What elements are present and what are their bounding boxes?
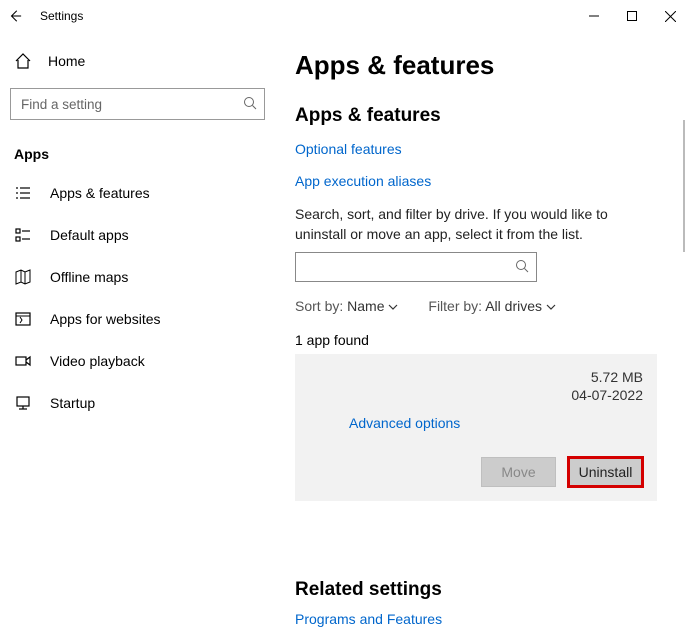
nav-apps-websites[interactable]: Apps for websites	[8, 298, 267, 340]
scrollbar[interactable]	[683, 120, 685, 252]
sort-label: Sort by:	[295, 298, 343, 314]
maximize-button[interactable]	[613, 0, 651, 32]
close-button[interactable]	[651, 0, 689, 32]
sort-by-dropdown[interactable]: Sort by: Name	[295, 298, 398, 314]
related-settings-heading: Related settings	[295, 579, 675, 601]
description-text: Search, sort, and filter by drive. If yo…	[295, 205, 655, 244]
filter-value: All drives	[485, 298, 542, 314]
startup-icon	[14, 394, 32, 412]
home-label: Home	[48, 53, 85, 69]
app-count: 1 app found	[295, 332, 675, 348]
sort-value: Name	[347, 298, 384, 314]
video-icon	[14, 352, 32, 370]
home-icon	[14, 52, 32, 70]
section-heading: Apps & features	[295, 105, 675, 127]
minimize-button[interactable]	[575, 0, 613, 32]
app-search[interactable]	[295, 252, 537, 282]
programs-features-link[interactable]: Programs and Features	[295, 611, 442, 627]
nav-default-apps[interactable]: Default apps	[8, 214, 267, 256]
search-input[interactable]	[10, 88, 265, 120]
nav-startup[interactable]: Startup	[8, 382, 267, 424]
optional-features-link[interactable]: Optional features	[295, 141, 402, 157]
chevron-down-icon	[388, 298, 398, 314]
advanced-options-link[interactable]: Advanced options	[349, 415, 460, 431]
uninstall-button[interactable]: Uninstall	[568, 457, 643, 487]
page-title: Apps & features	[295, 50, 675, 81]
nav-label: Default apps	[50, 227, 129, 243]
app-execution-aliases-link[interactable]: App execution aliases	[295, 173, 431, 189]
home-nav[interactable]: Home	[8, 46, 267, 76]
nav-label: Startup	[50, 395, 95, 411]
search-icon	[243, 96, 257, 110]
map-icon	[14, 268, 32, 286]
filter-label: Filter by:	[428, 298, 482, 314]
move-button[interactable]: Move	[481, 457, 556, 487]
filter-by-dropdown[interactable]: Filter by: All drives	[428, 298, 556, 314]
sidebar-section-label: Apps	[8, 140, 267, 172]
app-search-input[interactable]	[295, 252, 537, 282]
window-title: Settings	[40, 9, 83, 23]
app-size: 5.72 MB	[571, 368, 643, 386]
window-controls	[575, 0, 689, 32]
title-bar: Settings	[0, 0, 689, 32]
nav-label: Offline maps	[50, 269, 128, 285]
app-card[interactable]: 5.72 MB 04-07-2022 Advanced options Move…	[295, 354, 657, 500]
app-date: 04-07-2022	[571, 386, 643, 404]
defaults-icon	[14, 226, 32, 244]
nav-label: Apps for websites	[50, 311, 161, 327]
back-button[interactable]	[8, 9, 22, 23]
search-icon	[515, 259, 529, 273]
sidebar: Home Apps Apps & features Default apps O…	[0, 32, 275, 587]
nav-label: Apps & features	[50, 185, 150, 201]
nav-offline-maps[interactable]: Offline maps	[8, 256, 267, 298]
nav-video-playback[interactable]: Video playback	[8, 340, 267, 382]
list-icon	[14, 184, 32, 202]
settings-search[interactable]	[10, 88, 265, 120]
website-icon	[14, 310, 32, 328]
content-area: Apps & features Apps & features Optional…	[275, 32, 689, 587]
chevron-down-icon	[546, 298, 556, 314]
nav-label: Video playback	[50, 353, 145, 369]
nav-apps-features[interactable]: Apps & features	[8, 172, 267, 214]
